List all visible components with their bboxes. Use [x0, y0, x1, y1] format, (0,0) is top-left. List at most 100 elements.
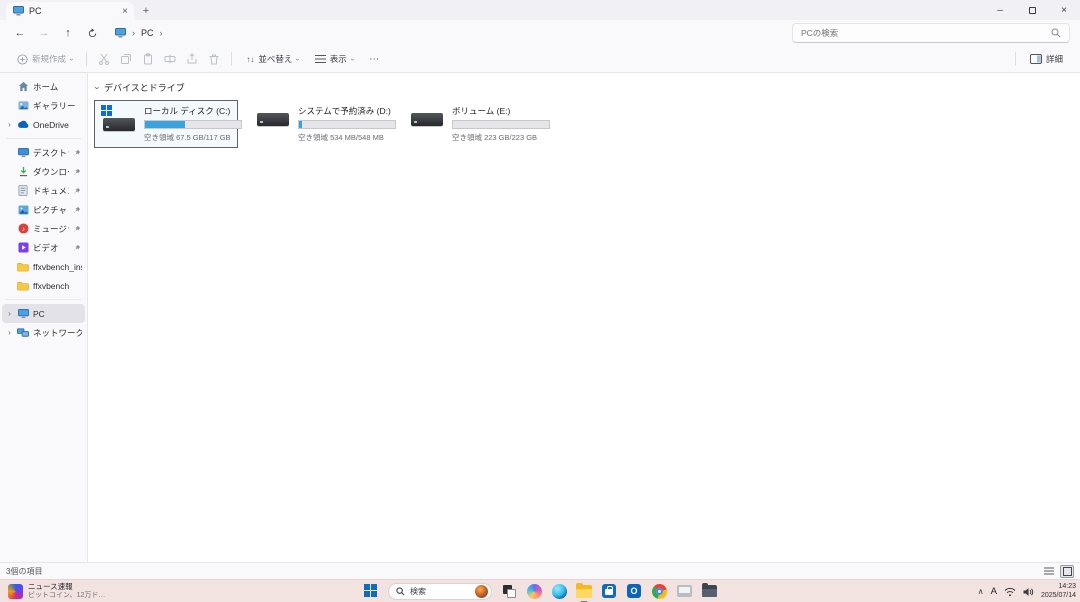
file-explorer-window: PC × + – × ← → ↑ › PC ›: [0, 0, 1080, 579]
sidebar-item-downloads[interactable]: ダウンロード: [2, 162, 85, 181]
close-button[interactable]: ×: [1048, 0, 1080, 20]
chrome-button[interactable]: [651, 583, 667, 599]
refresh-button[interactable]: [82, 24, 102, 42]
paste-button[interactable]: [138, 49, 158, 70]
pc-monitor-icon: [114, 27, 126, 39]
navigation-sidebar: ホーム ギャラリー › OneDrive: [0, 73, 88, 562]
delete-button[interactable]: [204, 49, 224, 70]
ellipsis-icon: ⋯: [369, 54, 380, 65]
back-button[interactable]: ←: [10, 24, 30, 42]
taskbar-search[interactable]: 検索: [388, 583, 492, 600]
explorer-tab-pc[interactable]: PC ×: [6, 2, 134, 20]
drive-e[interactable]: ボリューム (E:) 空き領域 223 GB/223 GB: [402, 100, 546, 148]
volume-icon[interactable]: [1023, 587, 1034, 597]
maximize-icon: [1029, 7, 1036, 14]
dark-folder-app-button[interactable]: [701, 583, 717, 599]
widgets-button[interactable]: ニュース速報 ビットコイン、12万ド…: [4, 580, 109, 602]
remote-desktop-icon: [677, 585, 692, 597]
devices-and-drives-group[interactable]: › デバイスとドライブ: [94, 79, 1080, 100]
sidebar-item-label: ギャラリー: [33, 100, 82, 112]
search-box[interactable]: [792, 23, 1070, 43]
forward-button[interactable]: →: [34, 24, 54, 42]
pictures-icon: [17, 204, 29, 216]
outlook-button[interactable]: O: [626, 583, 642, 599]
expand-chevron-icon[interactable]: ›: [6, 120, 13, 129]
wifi-icon[interactable]: [1004, 587, 1016, 597]
widget-headline: ニュース速報: [28, 583, 105, 592]
sidebar-item-ffxvbench-installer[interactable]: ffxvbench_installer: [2, 257, 85, 276]
breadcrumb-item-pc[interactable]: PC: [141, 28, 154, 38]
view-button[interactable]: 表示 ›: [308, 49, 360, 70]
list-view-button[interactable]: [1042, 565, 1056, 578]
sidebar-item-pc[interactable]: › PC: [2, 304, 85, 323]
minimize-button[interactable]: –: [984, 0, 1016, 20]
search-input[interactable]: [801, 28, 1051, 38]
drive-name: ボリューム (E:): [452, 105, 539, 117]
tab-close-icon[interactable]: ×: [122, 6, 128, 17]
sidebar-item-label: ffxvbench_installer: [33, 262, 82, 272]
expand-chevron-icon[interactable]: ›: [6, 328, 13, 337]
new-button[interactable]: 新規作成 ›: [10, 49, 79, 70]
sidebar-item-pictures[interactable]: ピクチャ: [2, 200, 85, 219]
task-view-button[interactable]: [501, 583, 517, 599]
expand-chevron-icon[interactable]: ›: [6, 309, 13, 318]
start-button[interactable]: [363, 583, 379, 599]
remote-desktop-button[interactable]: [676, 583, 692, 599]
details-panel-icon: [1030, 54, 1042, 64]
ime-mode-indicator[interactable]: A: [991, 586, 997, 597]
sidebar-item-label: ネットワーク: [33, 327, 82, 339]
file-explorer-button[interactable]: [576, 583, 592, 599]
sidebar-item-onedrive[interactable]: › OneDrive: [2, 115, 85, 134]
pc-monitor-icon: [12, 5, 24, 17]
chevron-right-icon: ›: [132, 28, 135, 38]
sidebar-item-network[interactable]: › ネットワーク: [2, 323, 85, 342]
edge-button[interactable]: [551, 583, 567, 599]
sidebar-item-ffxvbench[interactable]: ffxvbench: [2, 276, 85, 295]
sidebar-item-desktop[interactable]: デスクトップ: [2, 143, 85, 162]
view-button-label: 表示: [330, 53, 347, 65]
share-button[interactable]: [182, 49, 202, 70]
chevron-down-icon: ›: [68, 58, 75, 60]
chrome-icon: [652, 584, 667, 599]
rename-button[interactable]: [160, 49, 180, 70]
sidebar-item-videos[interactable]: ビデオ: [2, 238, 85, 257]
new-tab-button[interactable]: +: [138, 3, 154, 19]
copy-button[interactable]: [116, 49, 136, 70]
sidebar-item-music[interactable]: ♪ ミュージック: [2, 219, 85, 238]
clock[interactable]: 14:23 2025/07/14: [1041, 583, 1076, 600]
capacity-bar: [144, 120, 242, 129]
copilot-button[interactable]: [526, 583, 542, 599]
svg-text:♪: ♪: [21, 226, 24, 233]
icon-view-button[interactable]: [1060, 565, 1074, 578]
desktop-icon: [17, 147, 29, 159]
maximize-button[interactable]: [1016, 0, 1048, 20]
cut-button[interactable]: [94, 49, 114, 70]
copy-icon: [120, 53, 132, 65]
file-list-area[interactable]: › デバイスとドライブ ローカル ディスク (C:) 空き領域 67.5 GB/…: [88, 73, 1080, 562]
videos-icon: [17, 242, 29, 254]
sidebar-item-gallery[interactable]: ギャラリー: [2, 96, 85, 115]
sort-button-label: 並べ替え: [258, 53, 292, 65]
microsoft-store-button[interactable]: [601, 583, 617, 599]
search-highlight-image: [475, 585, 488, 598]
sidebar-item-home[interactable]: ホーム: [2, 77, 85, 96]
details-pane-button[interactable]: 詳細: [1023, 49, 1070, 70]
plus-circle-icon: [17, 54, 28, 65]
more-options-button[interactable]: ⋯: [362, 49, 387, 70]
sidebar-divider: [6, 138, 81, 139]
downloads-icon: [17, 166, 29, 178]
collapse-chevron-icon[interactable]: ›: [93, 86, 103, 89]
up-button[interactable]: ↑: [58, 24, 78, 42]
drive-c[interactable]: ローカル ディスク (C:) 空き領域 67.5 GB/117 GB: [94, 100, 238, 148]
drive-d[interactable]: システムで予約済み (D:) 空き領域 534 MB/548 MB: [248, 100, 392, 148]
breadcrumb[interactable]: › PC ›: [106, 23, 788, 43]
search-label: 検索: [410, 586, 470, 597]
sidebar-item-documents[interactable]: ドキュメント: [2, 181, 85, 200]
sort-button[interactable]: ↑↓ 並べ替え ›: [239, 49, 305, 70]
toolbar: 新規作成 › ↑↓ 並べ替え › 表示 ›: [0, 46, 1080, 73]
hidden-icons-chevron[interactable]: ∧: [978, 587, 984, 596]
pin-icon: [73, 244, 81, 252]
cut-icon: [98, 53, 110, 65]
view-icon: [315, 54, 326, 64]
sidebar-item-label: ピクチャ: [33, 204, 69, 216]
